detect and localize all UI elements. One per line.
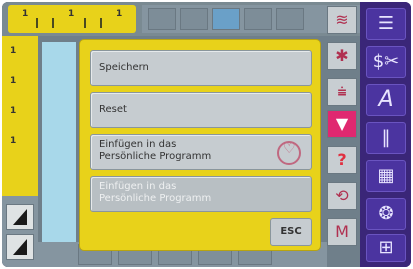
quilt-button[interactable]: ▦	[366, 160, 406, 192]
save-button-label: Speichern	[99, 62, 149, 73]
ruler-number: 1	[10, 136, 17, 146]
ruler-number: 1	[68, 9, 75, 19]
toolbar-button[interactable]	[276, 8, 304, 30]
stitch-preview	[42, 42, 76, 242]
decorative-icon: ❂	[378, 203, 394, 224]
ruler-number: 1	[10, 46, 17, 56]
program-menu-dialog: Speichern Reset Einfügen in das Persönli…	[80, 40, 320, 250]
arrow-down-icon: ▼	[335, 114, 349, 133]
left-tool-panel	[2, 196, 38, 267]
save-button[interactable]: Speichern	[90, 50, 312, 86]
stitch-list-icon: ☰	[377, 13, 395, 34]
insert-label-line1: Einfügen in das	[99, 139, 177, 150]
rotate-icon: ⟲	[335, 186, 349, 205]
alphabet-icon: A	[378, 87, 394, 112]
reset-button-label: Reset	[99, 104, 127, 115]
tension-button[interactable]	[6, 204, 34, 230]
quilt-icon: ▦	[377, 165, 395, 186]
help-icon: ?	[337, 150, 347, 169]
ruler-number: 1	[10, 106, 17, 116]
help-button[interactable]: ?	[327, 146, 357, 174]
disabled-label-line2: Persönliche Programm	[99, 193, 212, 204]
top-ruler: 1 1 1	[2, 2, 360, 36]
alphabet-button[interactable]: A	[366, 84, 406, 116]
arrow-down-button[interactable]: ▼	[327, 110, 357, 138]
ruler-tick	[36, 18, 38, 28]
top-ruler-scale: 1 1 1	[8, 5, 136, 33]
personal-program-button[interactable]: ⊞	[366, 234, 406, 262]
stitch-width-button[interactable]: ≋	[327, 6, 357, 34]
sewing-machine-screen: 1 1 1 1 1 1 1 ≋ ✱ ⩧ ▼ ? ⟲ M Speichern Re…	[2, 2, 411, 267]
toolbar-button[interactable]	[244, 8, 272, 30]
ruler-number: 1	[116, 9, 123, 19]
mirror-button[interactable]: ⩧	[327, 78, 357, 106]
memory-button[interactable]: M	[327, 218, 357, 246]
buttonhole-button[interactable]: ‖	[366, 122, 406, 154]
needle-position-button[interactable]: ✱	[327, 42, 357, 70]
ruler-tick	[84, 18, 86, 28]
scissors-button[interactable]: $✂	[366, 46, 406, 78]
disabled-label-line1: Einfügen in das	[99, 181, 177, 192]
scissors-icon: $✂	[372, 51, 400, 72]
ruler-number: 1	[10, 76, 17, 86]
ruler-tick	[52, 18, 54, 28]
foot-pressure-button[interactable]	[6, 234, 34, 260]
workspace: 1 1 1 1 1 1 1 ≋ ✱ ⩧ ▼ ? ⟲ M Speichern Re…	[2, 2, 360, 267]
left-ruler: 1 1 1 1	[2, 36, 38, 196]
rotate-button[interactable]: ⟲	[327, 182, 357, 210]
personal-program-icon: ⊞	[378, 237, 394, 258]
ruler-number: 1	[22, 9, 29, 19]
insert-personal-program-disabled-button: Einfügen in das Persönliche Programm	[90, 176, 312, 212]
toolbar-button-active[interactable]	[212, 8, 240, 30]
heart-icon	[277, 141, 301, 165]
ruler-tick	[100, 18, 102, 28]
insert-label-line2: Persönliche Programm	[99, 151, 212, 162]
insert-personal-program-button[interactable]: Einfügen in das Persönliche Programm	[90, 134, 312, 170]
mode-sidebar: ☰ $✂ A ‖ ▦ ❂ ⊞	[360, 2, 411, 267]
buttonhole-icon: ‖	[381, 127, 391, 148]
right-button-column: ≋ ✱ ⩧ ▼ ? ⟲ M	[327, 6, 357, 267]
tension-icon	[13, 209, 27, 225]
stitch-list-button[interactable]: ☰	[366, 8, 406, 40]
needle-position-icon: ✱	[335, 46, 349, 65]
stitch-width-icon: ≋	[335, 10, 349, 29]
toolbar-button[interactable]	[180, 8, 208, 30]
esc-button[interactable]: ESC	[270, 218, 312, 246]
mirror-icon: ⩧	[337, 82, 347, 101]
memory-icon: M	[335, 222, 349, 241]
foot-pressure-icon	[13, 239, 27, 255]
decorative-button[interactable]: ❂	[366, 198, 406, 230]
reset-button[interactable]: Reset	[90, 92, 312, 128]
toolbar-button[interactable]	[148, 8, 176, 30]
